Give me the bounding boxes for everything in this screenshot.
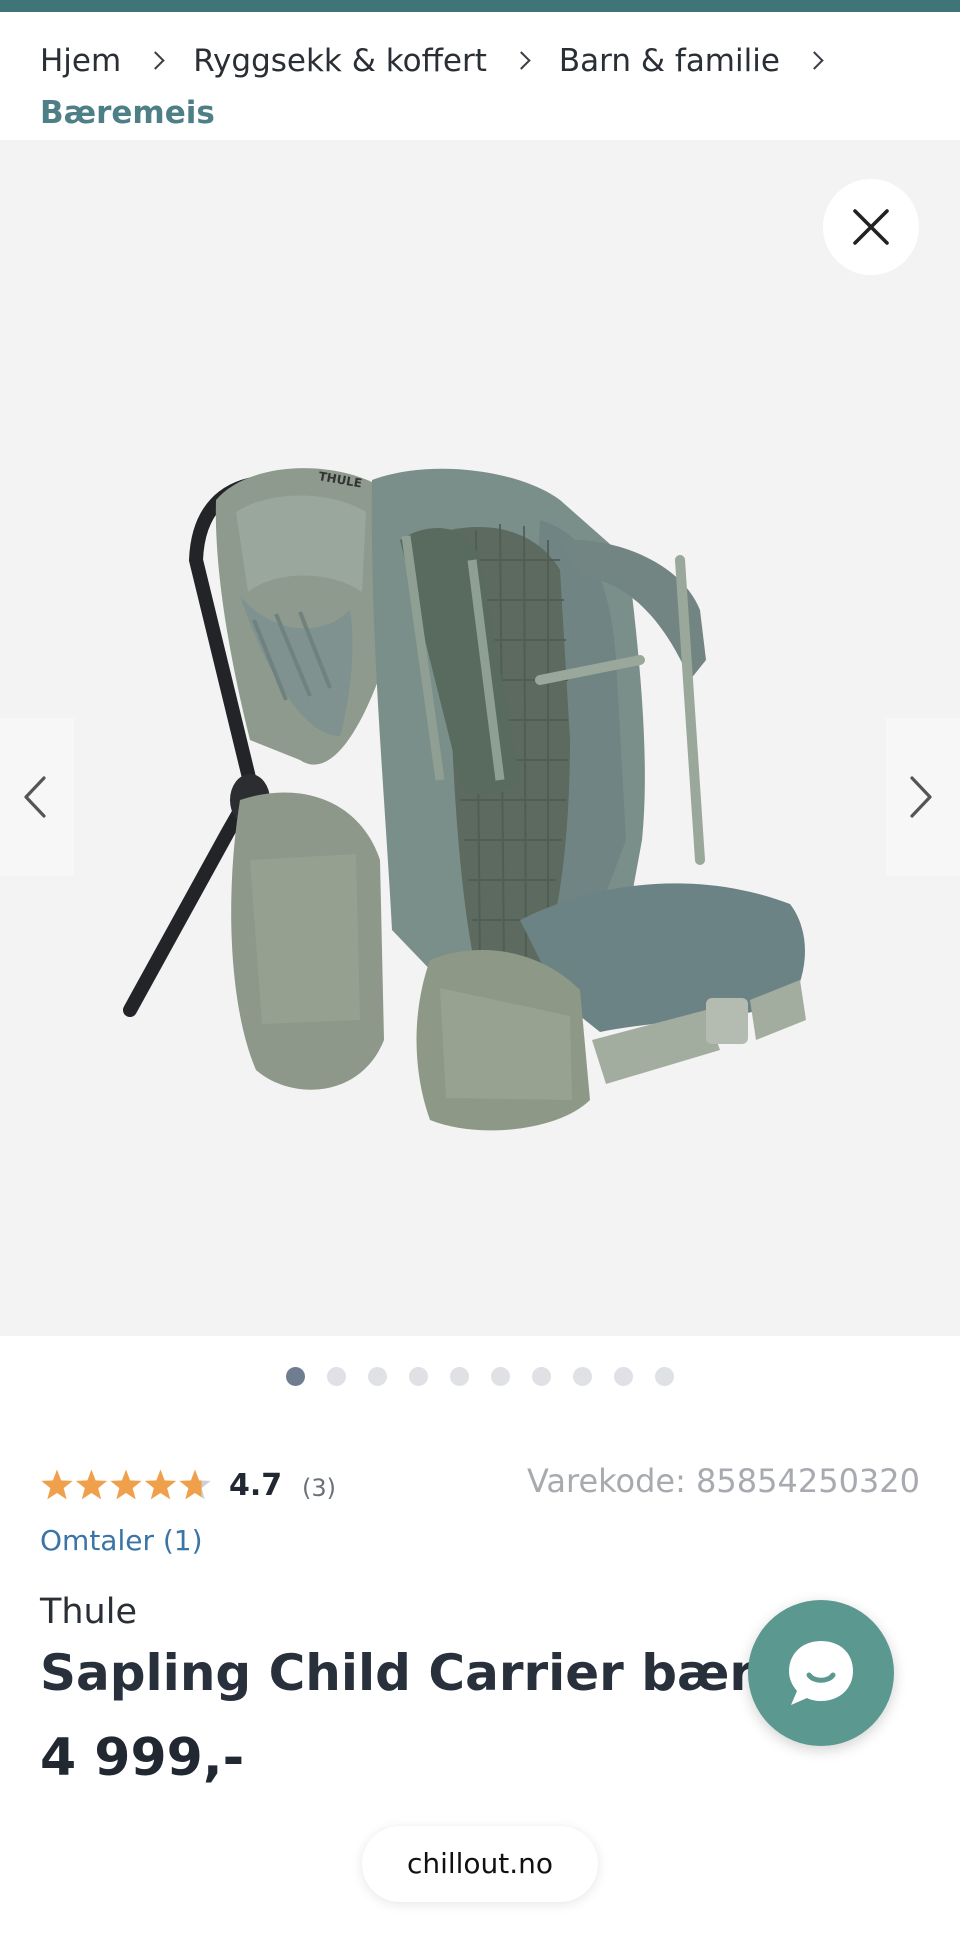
- chat-icon: [789, 1641, 853, 1705]
- gallery-dot[interactable]: [368, 1367, 387, 1386]
- product-image-gallery[interactable]: THULE: [0, 140, 960, 1336]
- chat-button[interactable]: [748, 1600, 894, 1746]
- gallery-dot[interactable]: [450, 1367, 469, 1386]
- reviews-link[interactable]: Omtaler (1): [40, 1524, 203, 1557]
- gallery-dot[interactable]: [491, 1367, 510, 1386]
- gallery-dot[interactable]: [614, 1367, 633, 1386]
- product-brand[interactable]: Thule: [40, 1592, 137, 1632]
- previous-image-button[interactable]: [0, 718, 74, 876]
- star-icon: [75, 1469, 108, 1500]
- gallery-dot[interactable]: [573, 1367, 592, 1386]
- gallery-dot[interactable]: [409, 1367, 428, 1386]
- breadcrumb-current: Bæremeis: [40, 95, 215, 131]
- gallery-pagination: [0, 1367, 960, 1389]
- star-rating: [41, 1469, 211, 1500]
- product-image: THULE: [123, 468, 806, 1131]
- breadcrumb-luggage[interactable]: Ryggsekk & koffert: [193, 36, 487, 86]
- breadcrumb-kids-family[interactable]: Barn & familie: [559, 36, 780, 86]
- chevron-right-icon: [487, 36, 559, 86]
- breadcrumb: Hjem Ryggsekk & koffert Barn & familie Bær…: [40, 36, 940, 138]
- top-accent-bar: [0, 0, 960, 12]
- gallery-dot[interactable]: [327, 1367, 346, 1386]
- gallery-dot[interactable]: [286, 1367, 305, 1386]
- star-icon: [144, 1469, 177, 1500]
- star-icon: [179, 1469, 211, 1500]
- star-icon: [41, 1469, 73, 1500]
- chevron-left-icon: [24, 776, 46, 818]
- close-gallery-button[interactable]: [823, 179, 919, 275]
- next-image-button[interactable]: [886, 718, 960, 876]
- star-icon: [110, 1469, 142, 1500]
- chevron-right-icon: [910, 776, 932, 818]
- product-title: Sapling Child Carrier bæremeis: [40, 1644, 760, 1702]
- rating-count: (3): [302, 1474, 336, 1502]
- breadcrumb-home[interactable]: Hjem: [40, 36, 121, 86]
- browser-domain-label[interactable]: chillout.no: [362, 1826, 598, 1902]
- chevron-right-icon: [780, 36, 852, 86]
- product-code: Varekode: 85854250320: [526, 1462, 920, 1500]
- product-price: 4 999,-: [40, 1728, 245, 1788]
- close-icon: [853, 209, 889, 245]
- rating-value: 4.7: [229, 1468, 283, 1503]
- gallery-dot[interactable]: [655, 1367, 674, 1386]
- gallery-dot[interactable]: [532, 1367, 551, 1386]
- chevron-right-icon: [121, 36, 193, 86]
